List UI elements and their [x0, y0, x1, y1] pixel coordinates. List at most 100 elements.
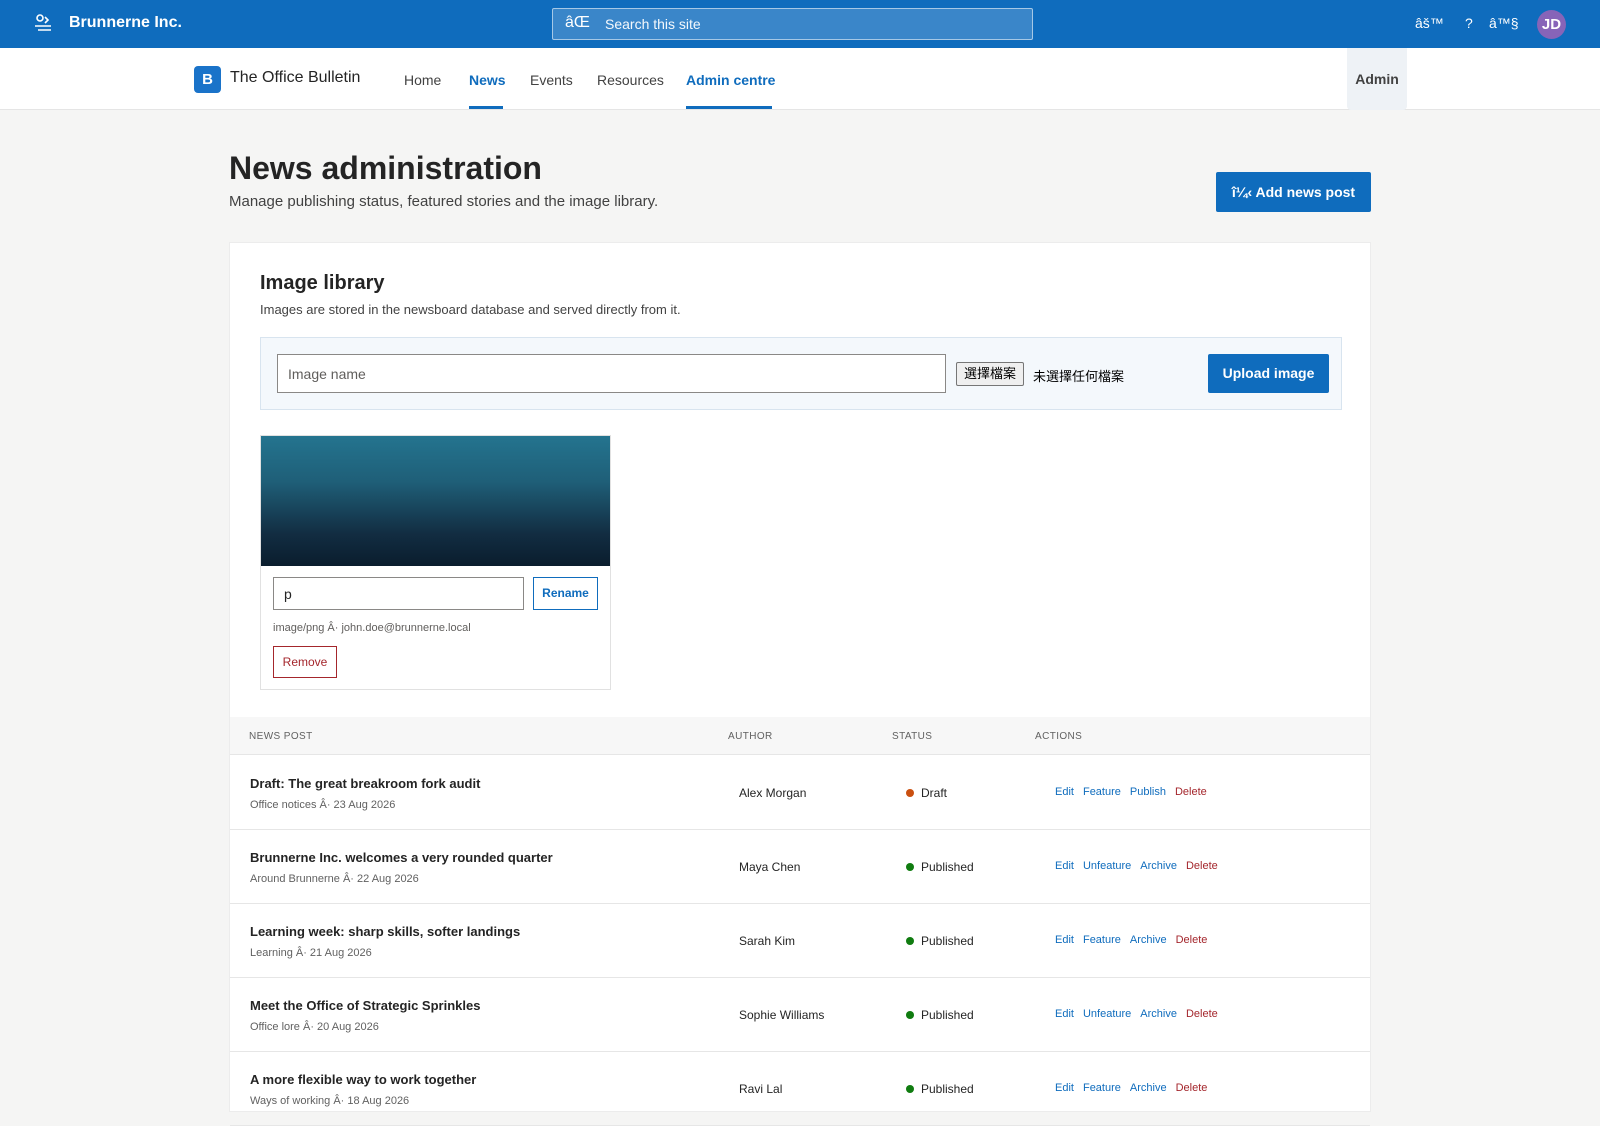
action-delete-link[interactable]: Delete — [1186, 1008, 1218, 1020]
action-archive-link[interactable]: Archive — [1130, 934, 1167, 946]
help-icon[interactable]: ? — [1465, 15, 1473, 31]
column-header-status: Status — [892, 731, 933, 742]
action-publish-link[interactable]: Publish — [1130, 786, 1166, 798]
choose-file-button[interactable]: 選擇檔案 — [956, 362, 1024, 386]
nav-home[interactable]: Home — [404, 72, 441, 88]
column-header-news-post: News post — [249, 731, 313, 742]
nav-admin-centre[interactable]: Admin centre — [686, 72, 775, 88]
status-dot — [906, 1085, 914, 1093]
remove-button[interactable]: Remove — [273, 646, 337, 678]
rename-button[interactable]: Rename — [533, 577, 598, 610]
image-library-description: Images are stored in the newsboard datab… — [260, 302, 681, 317]
search-icon: âŒ — [565, 14, 590, 31]
action-edit-link[interactable]: Edit — [1055, 860, 1074, 872]
action-archive-link[interactable]: Archive — [1140, 860, 1177, 872]
suite-brand[interactable]: Brunnerne Inc. — [69, 14, 182, 32]
row-actions: Edit Unfeature Archive Delete — [1055, 860, 1227, 872]
search-placeholder: Search this site — [605, 16, 701, 32]
action-delete-link[interactable]: Delete — [1186, 860, 1218, 872]
status-badge: Published — [906, 1082, 974, 1096]
settings-icon[interactable]: âš™ — [1415, 15, 1444, 31]
post-title[interactable]: Brunnerne Inc. welcomes a very rounded q… — [250, 850, 553, 865]
table-row: A more flexible way to work together Ways… — [230, 1052, 1370, 1126]
action-unfeature-link[interactable]: Unfeature — [1083, 1008, 1131, 1020]
post-meta: Learning Â· 21 Aug 2026 — [250, 947, 372, 959]
nav-news-underline — [469, 106, 503, 109]
nav-events[interactable]: Events — [530, 72, 573, 88]
post-author: Ravi Lal — [739, 1082, 783, 1096]
image-library-title: Image library — [260, 272, 385, 294]
post-author: Maya Chen — [739, 860, 801, 874]
action-edit-link[interactable]: Edit — [1055, 1008, 1074, 1020]
column-header-author: Author — [728, 731, 773, 742]
image-name-input[interactable] — [277, 354, 946, 393]
nav-news[interactable]: News — [469, 72, 506, 88]
app-launcher-icon[interactable] — [32, 12, 54, 34]
avatar[interactable]: JD — [1537, 10, 1566, 39]
status-badge: Draft — [906, 786, 947, 800]
action-delete-link[interactable]: Delete — [1176, 1082, 1208, 1094]
row-actions: Edit Unfeature Archive Delete — [1055, 1008, 1227, 1020]
column-header-actions: Actions — [1035, 731, 1083, 742]
post-title[interactable]: Draft: The great breakroom fork audit — [250, 776, 480, 791]
action-feature-link[interactable]: Feature — [1083, 1082, 1121, 1094]
search-box[interactable]: âŒ Search this site — [552, 8, 1033, 40]
row-actions: Edit Feature Archive Delete — [1055, 1082, 1216, 1094]
table-row: Meet the Office of Strategic Sprinkles Of… — [230, 978, 1370, 1052]
image-card: Rename image/png Â· john.doe@brunnerne.l… — [260, 435, 611, 690]
admin-panel: Image library Images are stored in the n… — [229, 242, 1371, 1126]
page-title: News administration — [229, 150, 542, 186]
people-icon[interactable]: â™§ — [1489, 15, 1519, 31]
action-feature-link[interactable]: Feature — [1083, 786, 1121, 798]
upload-form: 選擇檔案 未選擇任何檔案 Upload image — [260, 337, 1342, 410]
post-meta: Around Brunnerne Â· 22 Aug 2026 — [250, 873, 419, 885]
upload-image-button[interactable]: Upload image — [1208, 354, 1329, 393]
status-badge: Published — [906, 860, 974, 874]
status-dot — [906, 937, 914, 945]
action-edit-link[interactable]: Edit — [1055, 934, 1074, 946]
rename-input[interactable] — [273, 577, 524, 610]
image-meta: image/png Â· john.doe@brunnerne.local — [273, 622, 471, 634]
post-author: Sophie Williams — [739, 1008, 825, 1022]
post-meta: Office lore Â· 20 Aug 2026 — [250, 1021, 379, 1033]
status-dot — [906, 1011, 914, 1019]
action-archive-link[interactable]: Archive — [1130, 1082, 1167, 1094]
table-header: News post Author Status Actions — [230, 717, 1370, 755]
action-delete-link[interactable]: Delete — [1176, 934, 1208, 946]
table-row: Learning week: sharp skills, softer land… — [230, 904, 1370, 978]
post-author: Alex Morgan — [739, 786, 807, 800]
action-archive-link[interactable]: Archive — [1140, 1008, 1177, 1020]
action-feature-link[interactable]: Feature — [1083, 934, 1121, 946]
nav-resources[interactable]: Resources — [597, 72, 664, 88]
row-actions: Edit Feature Publish Delete — [1055, 786, 1216, 798]
nav-admin-underline — [686, 106, 772, 109]
post-title[interactable]: A more flexible way to work together — [250, 1072, 476, 1087]
status-label: Published — [921, 860, 974, 874]
status-label: Published — [921, 934, 974, 948]
row-actions: Edit Feature Archive Delete — [1055, 934, 1216, 946]
admin-button[interactable]: Admin — [1347, 48, 1407, 110]
action-edit-link[interactable]: Edit — [1055, 1082, 1074, 1094]
status-badge: Published — [906, 934, 974, 948]
add-news-post-button[interactable]: î¼‹ Add news post — [1216, 172, 1371, 212]
file-status: 未選擇任何檔案 — [1033, 369, 1125, 384]
status-dot — [906, 863, 914, 871]
post-author: Sarah Kim — [739, 934, 796, 948]
site-header: B The Office Bulletin Home News Events R… — [0, 48, 1600, 110]
site-title[interactable]: The Office Bulletin — [230, 69, 360, 87]
post-title[interactable]: Learning week: sharp skills, softer land… — [250, 924, 520, 939]
status-dot — [906, 789, 914, 797]
table-row: Brunnerne Inc. welcomes a very rounded q… — [230, 830, 1370, 904]
status-label: Published — [921, 1082, 974, 1096]
status-label: Draft — [921, 786, 948, 800]
table-row: Draft: The great breakroom fork audit Off… — [230, 756, 1370, 830]
action-unfeature-link[interactable]: Unfeature — [1083, 860, 1131, 872]
suite-bar: Brunnerne Inc. âŒ Search this site âš™ ?… — [0, 0, 1600, 48]
status-badge: Published — [906, 1008, 974, 1022]
post-meta: Office notices Â· 23 Aug 2026 — [250, 799, 396, 811]
image-thumbnail[interactable] — [261, 436, 610, 566]
action-delete-link[interactable]: Delete — [1175, 786, 1207, 798]
site-logo[interactable]: B — [194, 66, 221, 93]
post-title[interactable]: Meet the Office of Strategic Sprinkles — [250, 998, 480, 1013]
action-edit-link[interactable]: Edit — [1055, 786, 1074, 798]
